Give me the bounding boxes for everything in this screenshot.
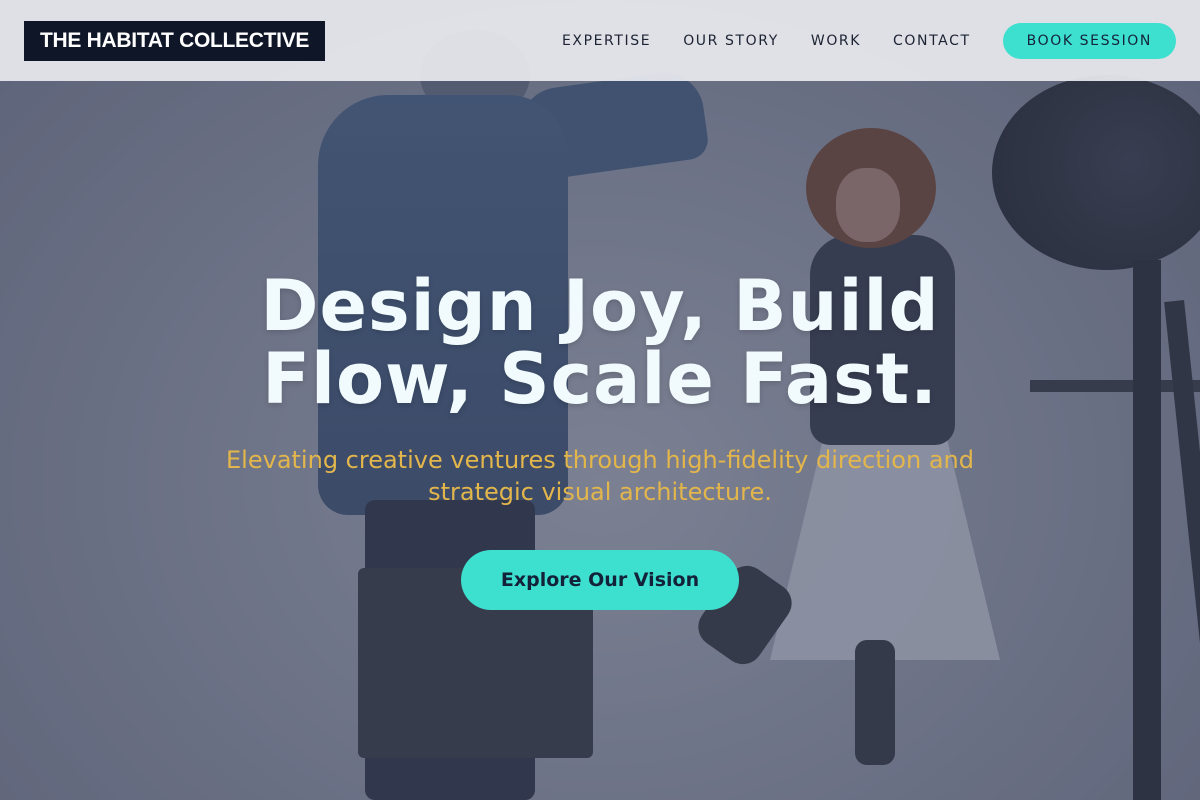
nav-link-contact[interactable]: CONTACT <box>893 33 971 49</box>
book-session-button[interactable]: BOOK SESSION <box>1002 22 1176 59</box>
hero-subtitle: Elevating creative ventures through high… <box>226 446 974 506</box>
hero-headline-line-2: Flow, Scale Fast. <box>262 338 938 420</box>
site-header: THE HABITAT COLLECTIVE EXPERTISE OUR STO… <box>0 0 1200 81</box>
hero-headline: Design Joy, Build Flow, Scale Fast. <box>220 270 980 416</box>
brand-logo[interactable]: THE HABITAT COLLECTIVE <box>24 20 326 61</box>
nav-link-work[interactable]: WORK <box>811 33 861 49</box>
nav-link-our-story[interactable]: OUR STORY <box>683 33 779 49</box>
explore-vision-button[interactable]: Explore Our Vision <box>460 550 740 610</box>
main-nav: EXPERTISE OUR STORY WORK CONTACT BOOK SE… <box>530 22 1176 59</box>
nav-link-expertise[interactable]: EXPERTISE <box>562 33 651 49</box>
hero-section: Design Joy, Build Flow, Scale Fast. Elev… <box>0 270 1200 610</box>
hero-headline-line-1: Design Joy, Build <box>260 265 940 347</box>
